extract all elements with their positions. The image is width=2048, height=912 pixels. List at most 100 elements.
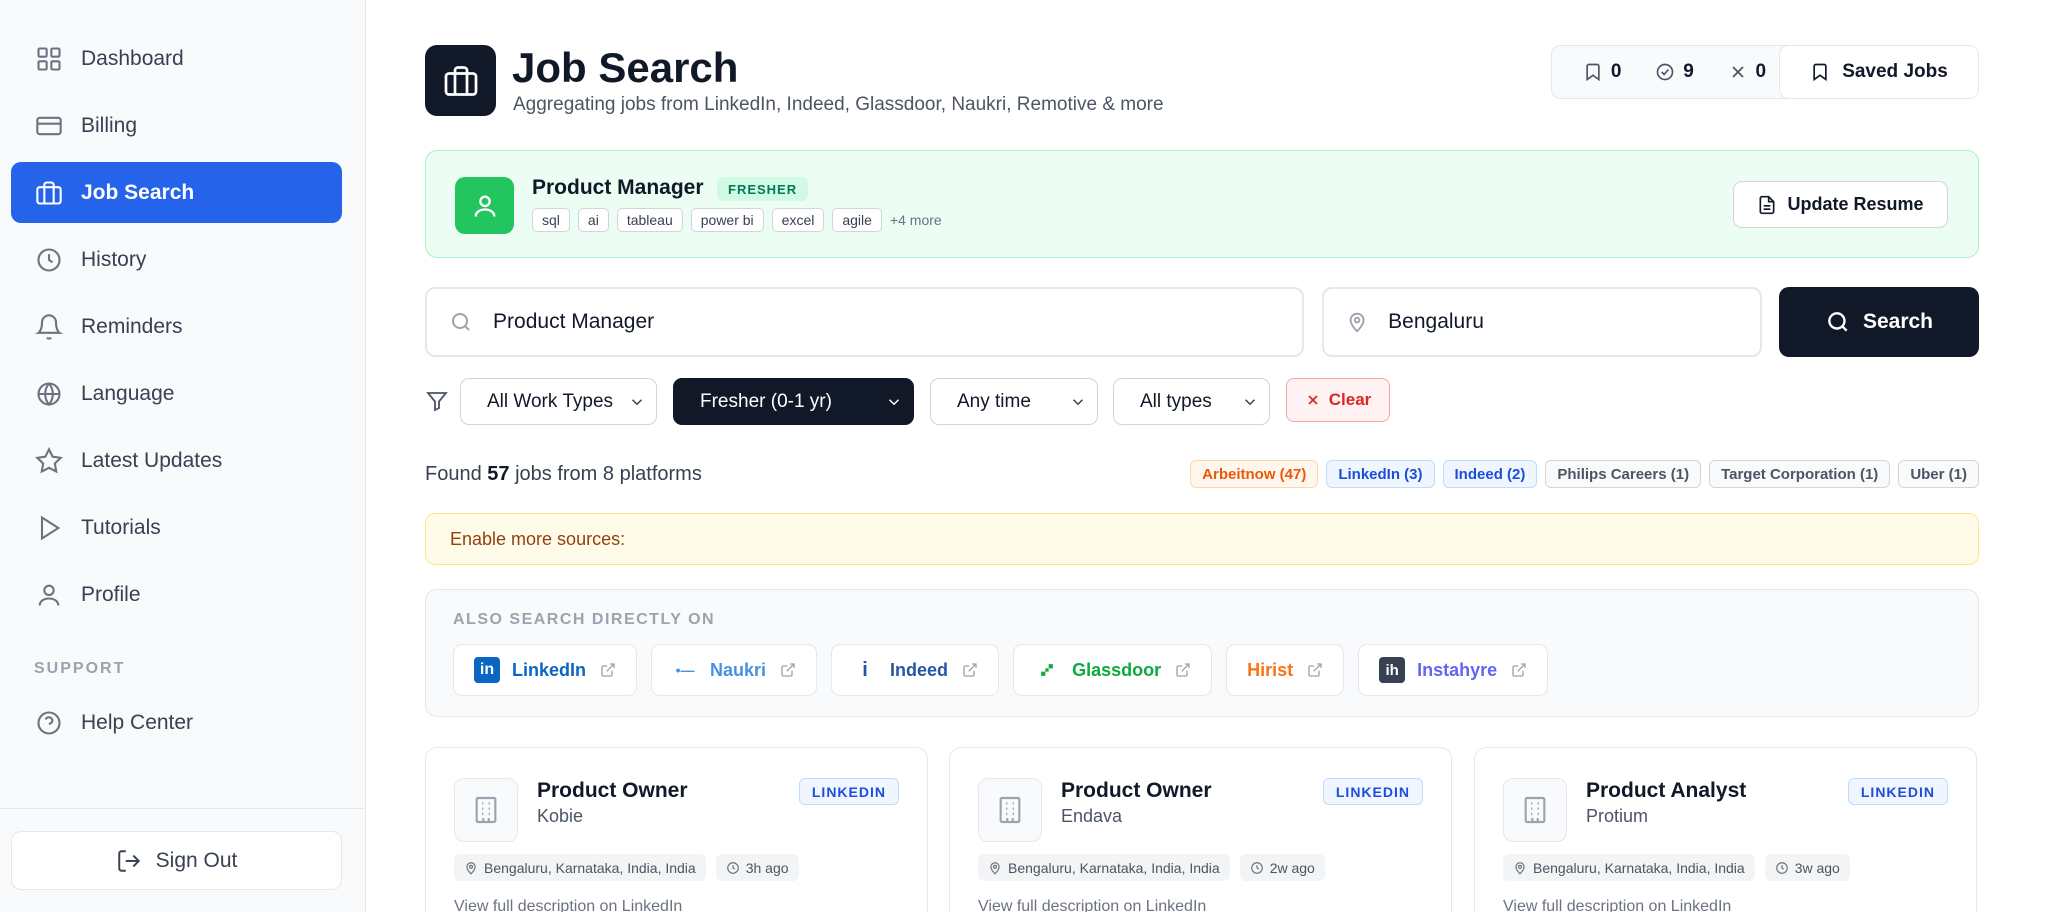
sidebar-item-profile[interactable]: Profile <box>11 564 342 625</box>
rejected-counter[interactable]: 0 <box>1728 61 1766 83</box>
dashboard-icon <box>37 46 61 71</box>
source-pill-linkedin[interactable]: LinkedIn (3) <box>1326 460 1435 488</box>
job-type-value: All types <box>1140 390 1212 412</box>
sidebar-item-reminders[interactable]: Reminders <box>11 296 342 357</box>
sidebar-item-job-search[interactable]: Job Search <box>11 162 342 223</box>
location-field[interactable] <box>1322 287 1762 357</box>
sidebar-item-label: Reminders <box>81 314 183 338</box>
experience-badge: FRESHER <box>717 177 809 201</box>
search-button[interactable]: Search <box>1779 287 1979 357</box>
indeed-logo-icon: i <box>862 658 868 681</box>
job-query-input[interactable] <box>493 310 1302 334</box>
portal-link-glassdoor[interactable]: Glassdoor <box>1013 644 1213 696</box>
building-icon <box>999 796 1021 824</box>
clock-icon <box>726 861 739 874</box>
sidebar-item-label: Latest Updates <box>81 448 223 472</box>
sidebar-item-label: Job Search <box>81 180 195 204</box>
sidebar-item-history[interactable]: History <box>11 229 342 290</box>
portal-link-indeed[interactable]: i Indeed <box>831 644 1000 696</box>
sign-out-button[interactable]: Sign Out <box>11 831 342 890</box>
job-company: Protium <box>1586 806 1649 826</box>
date-posted-select[interactable]: Any time <box>930 378 1098 425</box>
job-company: Kobie <box>537 806 584 826</box>
resume-profile-card: Product Manager FRESHER sql ai tableau p… <box>425 150 1979 258</box>
saved-count: 0 <box>1610 61 1622 82</box>
job-card[interactable]: Product Analyst Protium LINKEDIN Bengalu… <box>1474 747 1977 912</box>
x-icon <box>1731 66 1744 78</box>
sidebar-item-help-center[interactable]: Help Center <box>11 692 342 753</box>
bell-icon <box>35 313 63 340</box>
saved-jobs-button[interactable]: Saved Jobs <box>1779 45 1979 99</box>
source-pill-indeed[interactable]: Indeed (2) <box>1442 460 1538 488</box>
search-icon <box>1828 312 1848 332</box>
check-circle-icon <box>1656 63 1674 81</box>
filter-icon <box>426 392 448 412</box>
sidebar-item-dashboard[interactable]: Dashboard <box>11 28 342 89</box>
enable-sources-banner[interactable]: Enable more sources: <box>425 513 1979 565</box>
also-search-label: ALSO SEARCH DIRECTLY ON <box>453 611 716 628</box>
more-skills[interactable]: +4 more <box>890 212 942 228</box>
external-link-icon <box>781 663 795 677</box>
naukri-logo-icon: •— <box>675 662 695 678</box>
instahyre-logo-icon: ih <box>1379 657 1406 683</box>
job-card[interactable]: Product Owner Endava LINKEDIN Bengaluru,… <box>949 747 1452 912</box>
job-meta: Bengaluru, Karnataka, India, India 2w ag… <box>978 854 1335 881</box>
clear-filters-button[interactable]: Clear <box>1286 378 1390 422</box>
sidebar-item-label: Profile <box>81 582 141 606</box>
job-title[interactable]: Product Owner <box>537 779 688 803</box>
saved-jobs-label: Saved Jobs <box>1842 61 1948 82</box>
briefcase-icon <box>444 65 477 96</box>
sidebar-item-latest-updates[interactable]: Latest Updates <box>11 430 342 491</box>
linkedin-logo-icon: in <box>474 657 500 683</box>
sidebar-item-label: Billing <box>81 113 138 137</box>
job-meta: Bengaluru, Karnataka, India, India 3w ag… <box>1503 854 1860 881</box>
job-description: View full description on LinkedIn <box>1503 898 1732 912</box>
skill-list: sql ai tableau power bi excel agile +4 m… <box>532 208 942 232</box>
job-company: Endava <box>1061 806 1123 826</box>
source-pill-philips[interactable]: Philips Careers (1) <box>1545 460 1702 488</box>
credit-card-icon <box>36 116 62 135</box>
clear-label: Clear <box>1328 390 1372 409</box>
sidebar-item-tutorials[interactable]: Tutorials <box>11 497 342 558</box>
job-type-select[interactable]: All types <box>1113 378 1270 425</box>
source-pill-target[interactable]: Target Corporation (1) <box>1709 460 1891 488</box>
portal-link-linkedin[interactable]: in LinkedIn <box>453 644 638 696</box>
job-posted-text: 3w ago <box>1794 859 1840 876</box>
job-location-text: Bengaluru, Karnataka, India, India <box>1008 859 1220 876</box>
results-count: 57 <box>487 463 510 485</box>
portal-link-naukri[interactable]: •— Naukri <box>651 644 818 696</box>
update-resume-button[interactable]: Update Resume <box>1733 181 1948 228</box>
map-pin-icon <box>1349 312 1365 333</box>
experience-select[interactable]: Fresher (0-1 yr) <box>673 378 914 425</box>
job-title[interactable]: Product Owner <box>1061 779 1212 803</box>
job-source-badge: LINKEDIN <box>798 778 899 805</box>
user-icon <box>38 584 60 606</box>
portal-link-instahyre[interactable]: ih Instahyre <box>1358 644 1549 696</box>
portal-link-hirist[interactable]: Hirist <box>1226 644 1345 696</box>
company-logo <box>978 778 1042 842</box>
sidebar-item-label: Tutorials <box>81 515 161 539</box>
sidebar-item-billing[interactable]: Billing <box>11 95 342 156</box>
portal-name: LinkedIn <box>512 659 587 680</box>
building-icon <box>1524 796 1546 824</box>
job-title[interactable]: Product Analyst <box>1586 779 1746 803</box>
update-resume-label: Update Resume <box>1787 194 1924 214</box>
skill-tag: power bi <box>690 208 764 232</box>
avatar <box>455 177 514 234</box>
saved-counter[interactable]: 0 <box>1583 61 1622 83</box>
sidebar-item-language[interactable]: Language <box>11 363 342 424</box>
work-type-select[interactable]: All Work Types <box>460 378 657 425</box>
job-card[interactable]: Product Owner Kobie LINKEDIN Bengaluru, … <box>425 747 928 912</box>
work-type-value: All Work Types <box>487 390 614 412</box>
job-location: Bengaluru, Karnataka, India, India <box>978 854 1230 881</box>
location-input[interactable] <box>1388 310 1760 334</box>
job-query-field[interactable] <box>425 287 1304 357</box>
building-icon <box>475 796 497 824</box>
source-pill-arbeitnow[interactable]: Arbeitnow (47) <box>1190 460 1319 488</box>
applied-counter[interactable]: 9 <box>1655 61 1694 83</box>
job-source-badge: LINKEDIN <box>1847 778 1948 805</box>
glassdoor-logo-icon <box>1034 657 1060 683</box>
source-pill-uber[interactable]: Uber (1) <box>1898 460 1979 488</box>
job-posted: 3w ago <box>1764 854 1850 881</box>
job-location: Bengaluru, Karnataka, India, India <box>454 854 706 881</box>
